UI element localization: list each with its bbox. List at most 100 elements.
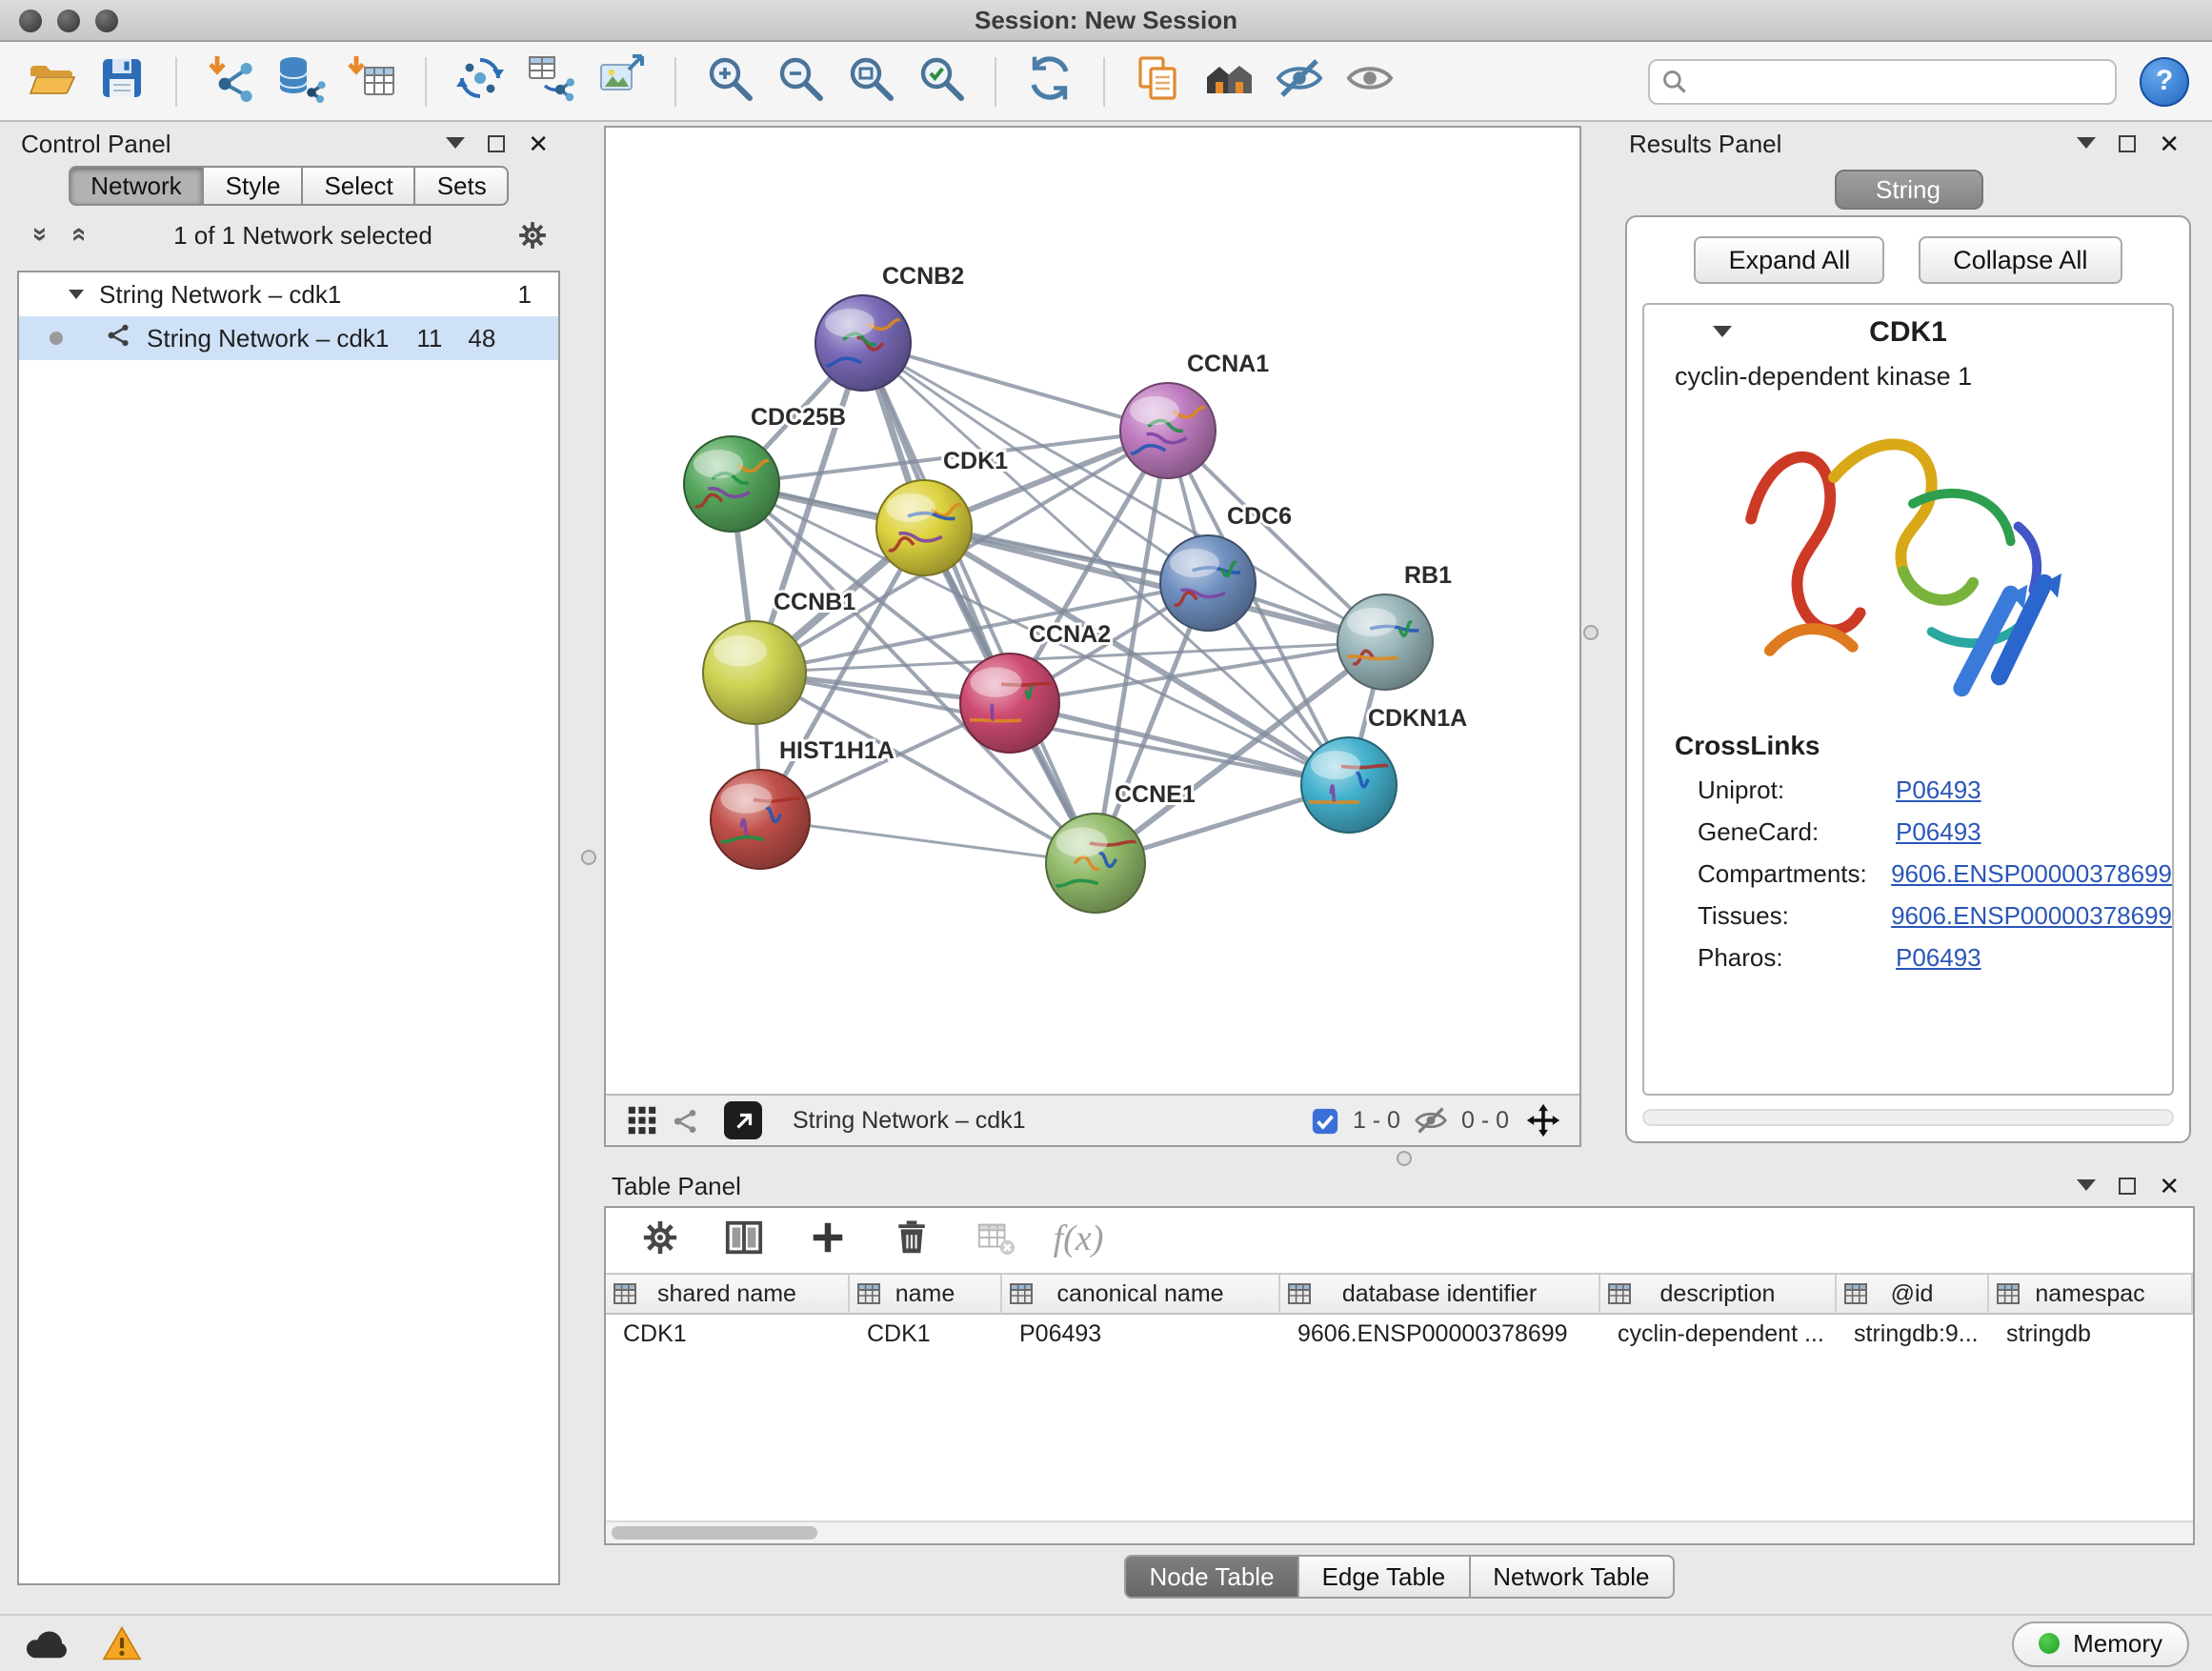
string-results-tab[interactable]: String (1834, 170, 1982, 210)
search-input[interactable] (1698, 66, 2103, 96)
save-session-button[interactable] (93, 52, 151, 110)
column-header-canonical-name[interactable]: canonical name (1002, 1275, 1280, 1315)
network-options-gear-icon[interactable] (516, 218, 549, 251)
panel-menu-icon[interactable] (446, 137, 465, 149)
table-scrollbar-thumb[interactable] (612, 1526, 817, 1540)
crosslink-value-link[interactable]: 9606.ENSP00000378699 (1891, 900, 2172, 929)
move-tool-icon[interactable] (1522, 1099, 1564, 1141)
edge-hist1h1a-ccne1[interactable] (760, 819, 1096, 863)
copy-documents-button[interactable] (1130, 52, 1187, 110)
node-cdkn1a[interactable]: CDKN1A (1301, 705, 1467, 833)
zoom-selected-button[interactable] (913, 52, 970, 110)
zoom-in-button[interactable] (701, 52, 758, 110)
crosslink-value-link[interactable]: P06493 (1896, 942, 1981, 971)
table-row[interactable]: CDK1CDK1P064939606.ENSP00000378699cyclin… (606, 1315, 2193, 1353)
memory-button[interactable]: Memory (2012, 1621, 2189, 1666)
column-header-shared-name[interactable]: shared name (606, 1275, 850, 1315)
refresh-view-button[interactable] (1021, 52, 1078, 110)
column-header-name[interactable]: name (850, 1275, 1002, 1315)
panel-menu-icon[interactable] (2077, 1179, 2096, 1191)
crosslinks-title: CrossLinks (1644, 730, 2172, 760)
toolbar-separator (425, 56, 427, 106)
column-header-namespac[interactable]: namespac (1989, 1275, 2193, 1315)
table-cell[interactable]: CDK1 (606, 1315, 850, 1353)
table-cell[interactable]: stringdb (1989, 1315, 2193, 1353)
split-columns-button[interactable] (720, 1218, 766, 1263)
detach-view-button[interactable] (724, 1101, 762, 1139)
import-table-from-file-button[interactable] (343, 52, 400, 110)
add-row-button[interactable] (804, 1218, 850, 1263)
column-header-description[interactable]: description (1600, 1275, 1837, 1315)
import-network-from-file-button[interactable] (202, 52, 259, 110)
birds-eye-view-grid-icon[interactable] (621, 1099, 663, 1141)
splitter-handle[interactable] (1397, 1151, 1412, 1166)
results-scrollbar[interactable] (1642, 1109, 2174, 1126)
crosslink-row: Compartments:9606.ENSP00000378699 (1644, 852, 2172, 894)
settings-gear-button[interactable] (636, 1218, 682, 1263)
tab-edge-table[interactable]: Edge Table (1299, 1555, 1471, 1599)
collection-expand-icon[interactable] (69, 290, 84, 299)
warning-icon[interactable] (101, 1625, 143, 1661)
column-header--id[interactable]: @id (1837, 1275, 1989, 1315)
node-hist1h1a[interactable]: HIST1H1A (711, 737, 895, 869)
zoom-out-button[interactable] (772, 52, 829, 110)
clone-network-button[interactable] (452, 52, 509, 110)
crosslink-value-link[interactable]: P06493 (1896, 775, 1981, 803)
help-button[interactable]: ? (2140, 56, 2189, 106)
table-scrollbar-track[interactable] (606, 1520, 2193, 1543)
table-cell[interactable]: P06493 (1002, 1315, 1280, 1353)
table-cell[interactable]: CDK1 (850, 1315, 1002, 1353)
selected-checkbox-icon[interactable] (1311, 1106, 1339, 1135)
edge-ccnb2-ccne1[interactable] (863, 343, 1096, 863)
gene-section: CDK1 cyclin-dependent kinase 1 (1642, 303, 2174, 1096)
network-overview-icon[interactable] (663, 1099, 705, 1141)
gene-collapse-icon[interactable] (1713, 326, 1732, 337)
expand-all-networks-icon[interactable]: » (61, 221, 91, 248)
show-all-button[interactable] (1341, 52, 1398, 110)
crosslink-value-link[interactable]: 9606.ENSP00000378699 (1891, 858, 2172, 887)
table-cell[interactable]: stringdb:9... (1837, 1315, 1989, 1353)
hide-selected-button[interactable] (1271, 52, 1328, 110)
collapse-all-button[interactable]: Collapse All (1919, 236, 2122, 284)
node-rb1[interactable]: RB1 (1337, 562, 1452, 690)
column-header-database-identifier[interactable]: database identifier (1280, 1275, 1600, 1315)
close-panel-icon[interactable]: ✕ (2159, 131, 2180, 155)
splitter-handle[interactable] (1583, 625, 1599, 640)
close-panel-icon[interactable]: ✕ (2159, 1173, 2180, 1198)
tab-select[interactable]: Select (303, 166, 415, 206)
node-ccna1[interactable]: CCNA1 (1120, 351, 1269, 478)
splitter-handle[interactable] (581, 850, 596, 865)
expand-all-button[interactable]: Expand All (1695, 236, 1885, 284)
panel-menu-icon[interactable] (2077, 137, 2096, 149)
tab-network-table[interactable]: Network Table (1470, 1555, 1674, 1599)
open-session-button[interactable] (23, 52, 80, 110)
delete-rows-button[interactable] (888, 1218, 934, 1263)
float-panel-icon[interactable] (488, 134, 505, 151)
export-image-button[interactable] (593, 52, 650, 110)
table-cell[interactable]: cyclin-dependent ... (1600, 1315, 1837, 1353)
tab-style[interactable]: Style (205, 166, 304, 206)
cloud-icon[interactable] (23, 1625, 70, 1661)
search-box[interactable] (1648, 58, 2117, 104)
crosslink-value-link[interactable]: P06493 (1896, 816, 1981, 845)
import-table-to-network-button[interactable] (522, 52, 579, 110)
table-cell[interactable]: 9606.ENSP00000378699 (1280, 1315, 1600, 1353)
network-row[interactable]: String Network – cdk1 11 48 (19, 316, 558, 360)
zoom-fit-button[interactable] (842, 52, 899, 110)
node-cdk1[interactable]: CDK1 (876, 448, 1008, 575)
table-panel: Table Panel ✕ f(x) shared namenamecanoni… (604, 1168, 2195, 1606)
network-canvas[interactable]: CCNB2CCNA1CDC25BCDK1CDC6RB1CCNB1CCNA2CDK… (606, 128, 1579, 1094)
import-network-from-database-button[interactable] (272, 52, 330, 110)
close-panel-icon[interactable]: ✕ (528, 131, 549, 155)
open-session-icon (27, 53, 76, 109)
control-panel-tabs: NetworkStyleSelectSets (13, 166, 564, 206)
float-panel-icon[interactable] (2119, 1177, 2136, 1194)
node-ccnb2[interactable]: CCNB2 (815, 263, 964, 391)
network-collection-row[interactable]: String Network – cdk1 1 (19, 272, 558, 316)
collapse-all-networks-icon[interactable]: » (27, 221, 57, 248)
tab-node-table[interactable]: Node Table (1124, 1555, 1298, 1599)
float-panel-icon[interactable] (2119, 134, 2136, 151)
tab-sets[interactable]: Sets (416, 166, 510, 206)
neighbor-houses-button[interactable] (1200, 52, 1257, 110)
tab-network[interactable]: Network (68, 166, 204, 206)
